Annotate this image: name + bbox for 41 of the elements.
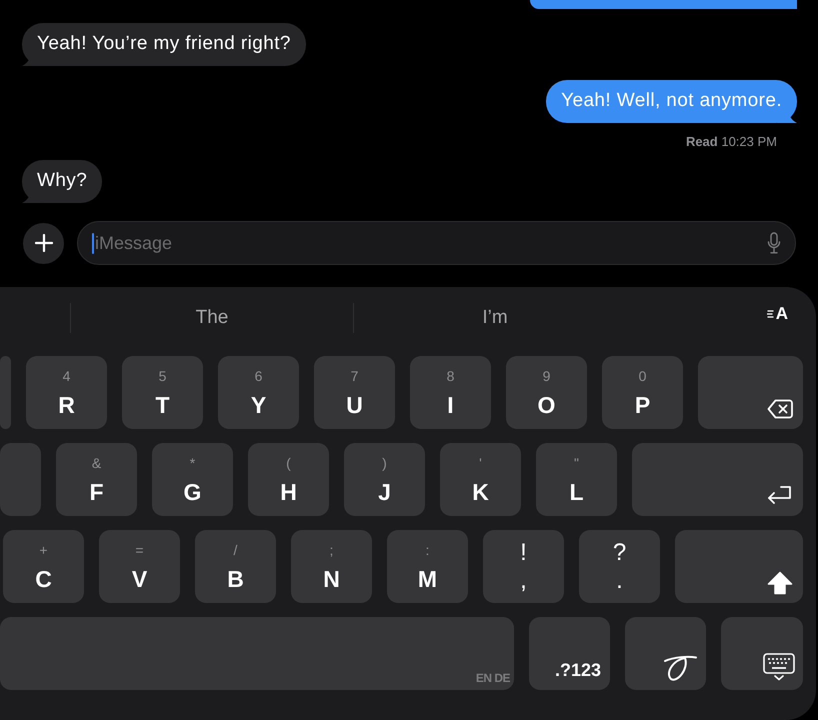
suggestion[interactable]: The bbox=[196, 303, 228, 333]
keyboard-key[interactable]: ) J bbox=[344, 443, 425, 516]
message-bubble: Yeah! Well, not anymore. bbox=[546, 80, 797, 123]
keyboard-key[interactable]: ' K bbox=[440, 443, 521, 516]
add-button[interactable] bbox=[23, 222, 64, 264]
keyboard-dismiss-key[interactable] bbox=[721, 617, 803, 690]
message-bubble: Why? bbox=[22, 160, 102, 203]
keyboard-key[interactable]: 8 I bbox=[410, 356, 491, 429]
keyboard-key[interactable]: & F bbox=[56, 443, 137, 516]
keyboard-key[interactable]: / B bbox=[195, 530, 276, 603]
speed-lines-icon bbox=[766, 309, 774, 319]
keyboard-icon bbox=[763, 653, 795, 681]
keyboard-key[interactable]: 4 R bbox=[26, 356, 107, 429]
scribble-icon bbox=[662, 653, 698, 683]
text-format-button[interactable]: A bbox=[766, 304, 788, 324]
return-arrow-icon bbox=[766, 485, 792, 505]
read-receipt: Read 10:23 PM bbox=[686, 134, 777, 150]
keyboard-key[interactable]: ( H bbox=[248, 443, 329, 516]
microphone-icon[interactable] bbox=[767, 232, 781, 254]
handwriting-key[interactable] bbox=[625, 617, 706, 690]
keyboard-key[interactable]: : M bbox=[387, 530, 468, 603]
keyboard-key[interactable]: 9 O bbox=[506, 356, 587, 429]
numbers-key[interactable]: .?123 bbox=[529, 617, 610, 690]
message-field[interactable]: iMessage bbox=[77, 221, 796, 265]
backspace-key[interactable] bbox=[698, 356, 803, 429]
keyboard-key[interactable]: ? . bbox=[579, 530, 660, 603]
keyboard-key[interactable]: 5 T bbox=[122, 356, 203, 429]
suggestion[interactable]: I’m bbox=[482, 303, 508, 333]
keyboard-key[interactable]: = V bbox=[99, 530, 180, 603]
keyboard-key[interactable]: " L bbox=[536, 443, 617, 516]
shift-key[interactable] bbox=[675, 530, 803, 603]
message-bubble: Yeah! You’re my friend right? bbox=[22, 23, 306, 66]
keyboard-key[interactable]: * G bbox=[152, 443, 233, 516]
keyboard-key[interactable]: ; N bbox=[291, 530, 372, 603]
plus-icon bbox=[34, 234, 52, 252]
keyboard-key[interactable]: 0 P bbox=[602, 356, 683, 429]
keyboard-key[interactable]: ! , bbox=[483, 530, 564, 603]
delete-icon bbox=[767, 399, 793, 419]
keyboard-key[interactable]: 7 U bbox=[314, 356, 395, 429]
keyboard-key[interactable]: + C bbox=[3, 530, 84, 603]
keyboard-key[interactable]: 6 Y bbox=[218, 356, 299, 429]
